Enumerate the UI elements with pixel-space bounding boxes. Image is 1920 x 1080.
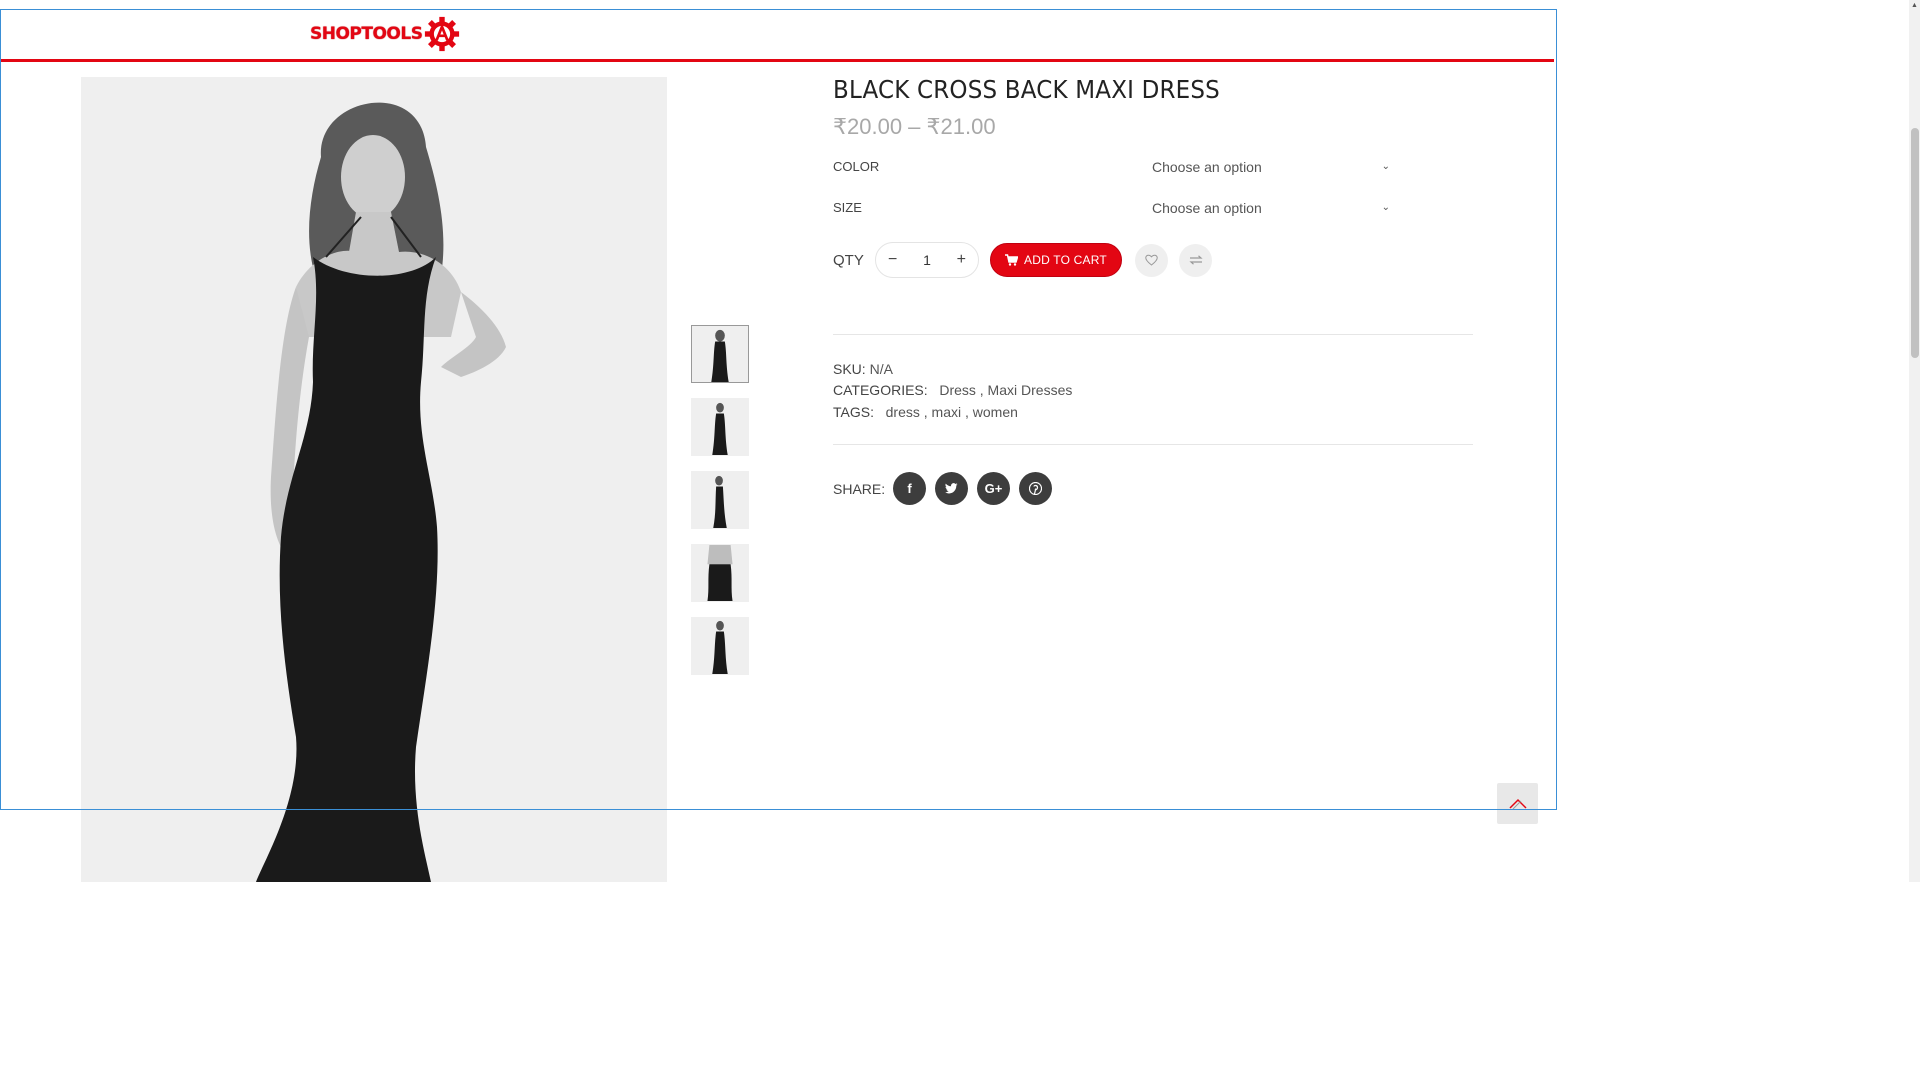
divider [833,334,1473,335]
chevron-down-icon: ⌄ [1381,202,1390,213]
qty-label: QTY [833,251,864,269]
add-to-cart-label: ADD TO CART [1024,253,1107,267]
tags-links[interactable]: dress , maxi , women [886,404,1018,420]
thumbnail-3[interactable] [691,471,749,529]
qty-input[interactable]: 1 [923,252,931,268]
variation-label: SIZE [833,200,862,215]
sku-label: SKU: [833,361,866,377]
product-price: ₹20.00 – ₹21.00 [833,114,996,139]
product-summary: BLACK CROSS BACK MAXI DRESS ₹20.00 – ₹21… [833,75,1473,505]
add-to-cart-row: QTY − 1 + ADD TO CART [833,242,1473,278]
thumbnail-5[interactable] [691,617,749,675]
product-main-image[interactable] [81,77,667,882]
page-scrollbar[interactable]: ▲ [1909,0,1920,882]
compare-button[interactable] [1179,243,1212,277]
thumbnail-1[interactable] [691,325,749,383]
categories-row: CATEGORIES: Dress , Maxi Dresses [833,380,1473,401]
quantity-stepper: − 1 + [875,242,979,278]
tags-label: TAGS: [833,404,874,420]
select-value: Choose an option [1152,199,1262,216]
variation-color: COLOR Choose an option ⌄ [833,146,1473,187]
twitter-icon[interactable] [935,472,968,505]
gear-logo-icon [425,16,460,52]
chevron-down-icon: ⌄ [1381,161,1390,172]
site-header: SHOPTOOLS [0,9,1554,62]
thumbnail-4[interactable] [691,544,749,602]
tags-row: TAGS: dress , maxi , women [833,402,1473,423]
scroll-up-icon[interactable]: ▲ [1911,2,1918,9]
select-value: Choose an option [1152,158,1262,175]
variation-label: COLOR [833,159,880,174]
wishlist-button[interactable] [1135,243,1168,277]
sku-value: N/A [869,361,893,377]
size-select[interactable]: Choose an option ⌄ [1152,200,1390,216]
logo-text: SHOPTOOLS [310,24,423,44]
variation-size: SIZE Choose an option ⌄ [833,187,1473,228]
share-label: SHARE: [833,480,886,497]
google-plus-icon[interactable]: G+ [977,472,1010,505]
product-title: BLACK CROSS BACK MAXI DRESS [833,75,1220,104]
compare-icon [1188,255,1203,265]
scrollbar-thumb[interactable] [1911,128,1919,358]
facebook-icon[interactable]: f [893,472,926,505]
back-to-top-button[interactable] [1497,783,1538,824]
site-logo[interactable]: SHOPTOOLS [310,12,460,56]
divider [833,444,1473,445]
cart-icon [1005,254,1019,266]
sku-row: SKU: N/A [833,359,1473,380]
product-thumbnails [691,325,749,690]
pinterest-icon[interactable] [1019,472,1052,505]
product-meta: SKU: N/A CATEGORIES: Dress , Maxi Dresse… [833,359,1473,423]
qty-plus-button[interactable]: + [957,251,966,269]
model-photo [81,77,667,882]
qty-minus-button[interactable]: − [888,251,897,269]
heart-icon [1145,254,1158,266]
categories-links[interactable]: Dress , Maxi Dresses [939,382,1072,398]
share-row: SHARE: f G+ [833,472,1473,505]
color-select[interactable]: Choose an option ⌄ [1152,159,1390,175]
arrow-up-icon [1508,798,1527,809]
thumbnail-2[interactable] [691,398,749,456]
categories-label: CATEGORIES: [833,382,928,398]
add-to-cart-button[interactable]: ADD TO CART [990,243,1122,277]
